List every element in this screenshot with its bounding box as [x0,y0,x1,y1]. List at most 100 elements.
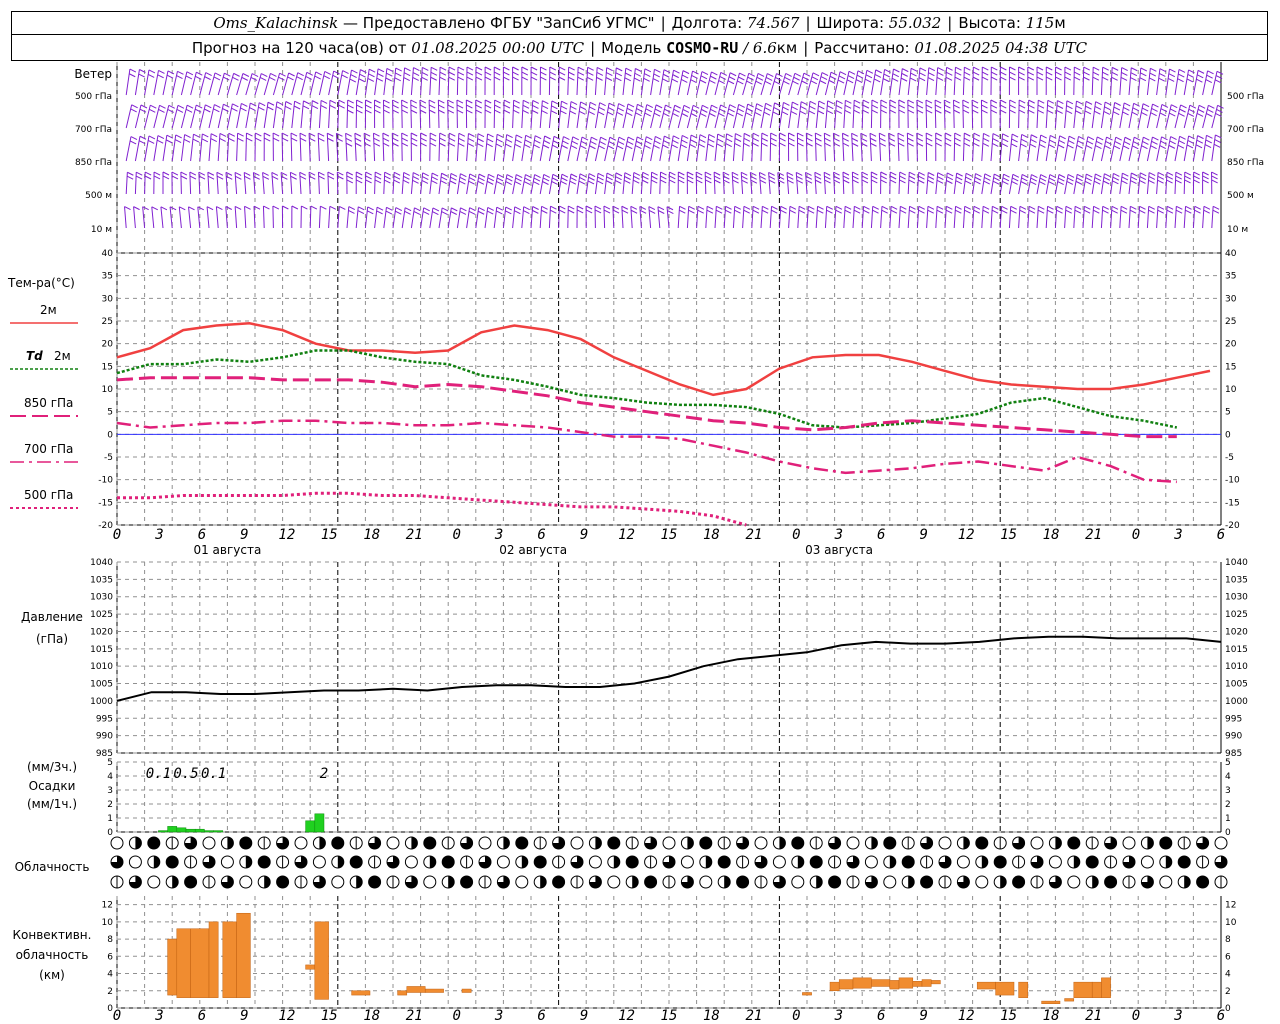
wind-barb-flag [542,144,550,149]
wind-barb-flag [429,109,436,114]
wind-barb-flag [1002,133,1009,138]
wind-barb-flag [835,205,843,210]
wind-barb-flag [549,71,556,76]
wind-barb-flag [1196,74,1204,79]
wind-barb-flag [974,176,982,181]
wind-barb-shaft [171,71,178,96]
wind-barb-flag [1212,205,1220,210]
wind-barb-flag [879,142,887,147]
wind-barb-flag [964,180,972,185]
wind-barb-flag [503,109,511,114]
legend-t700-label: 700 гПа [24,442,73,456]
wind-barb-flag [964,66,971,71]
wind-barb-flag [637,103,644,108]
precip-bar [167,826,178,833]
wind-barb-shaft [742,133,745,162]
wind-barb-flag [1208,104,1215,109]
wind-barb-flag [667,210,674,215]
wind-barb-flag [1095,173,1102,178]
wind-barb-flag [281,137,289,142]
wind-barb-flag [533,144,540,149]
wind-barb-flag [927,77,935,81]
wind-barb-flag [918,179,925,184]
wind-barb-flag [990,99,998,104]
wind-barb-flag [590,141,597,145]
wind-barb-flag [1211,175,1218,180]
cloud-cell-fill [644,876,657,888]
wind-barb-flag [466,71,474,76]
wind-barb-shaft [245,133,247,162]
wind-barb-flag [570,177,577,182]
wind-barb-shaft [345,133,348,162]
wind-barb-flag [1001,143,1008,148]
wind-barb-flag [412,176,420,180]
wind-barb-flag [1206,134,1213,139]
wind-barb-flag [974,180,981,185]
wind-barb-flag [496,138,503,143]
wind-barb-shaft [999,174,1005,195]
wind-barb-flag [147,74,155,78]
wind-barb-flag [318,171,325,176]
cloud-cell-fill [1067,837,1080,849]
wind-barb-flag [1027,76,1035,81]
wind-barb-flag [1202,171,1209,176]
wind-barb-shaft [686,206,690,229]
wind-barb-flag [1177,144,1185,149]
wind-barb-shaft [190,104,197,129]
wind-barb-flag [449,132,456,137]
legend-t2m-label: 2м [40,303,57,317]
wind-barb-flag [159,104,166,109]
wind-barb-flag [223,103,230,108]
wind-barb-flag [1102,209,1109,214]
wind-barb-flag [854,205,861,210]
wind-barb-flag [907,109,915,114]
wind-barb-flag [824,179,831,184]
wind-barb-shaft [594,173,599,195]
wind-barb-shaft [208,104,215,129]
wind-barb-shaft [558,136,564,162]
wind-barb-flag [422,176,429,181]
wind-barb-flag [1036,71,1044,76]
wind-barb-flag [956,172,963,177]
wind-barb-shaft [180,71,188,96]
wind-barb-shaft [290,133,293,162]
wind-barb-shaft [1064,136,1070,162]
cloud-cell-fill [166,856,179,868]
wind-barb-flag [290,132,298,137]
wind-barb-flag [1057,100,1064,104]
wind-barb-flag [1106,136,1113,141]
wind-barb-shaft [650,136,656,162]
wind-barb-flag [457,76,465,81]
precip-3h-label: 0.5 [173,766,198,782]
wind-barb-flag [467,137,475,142]
wind-barb-shaft [870,100,873,129]
wind-barb-flag [880,179,887,184]
cloud-cell [607,875,621,889]
wind-barb-flag [909,205,916,210]
conv-x-hour-label: 21 [1085,1008,1102,1024]
pres-ytick-right: 1025 [1225,610,1248,620]
wind-barb-shaft [1073,67,1075,96]
temp-ytick-left: 5 [107,408,113,418]
conv-x-hour-label: 12 [278,1008,295,1024]
wind-barb-flag [332,74,339,79]
wind-barb-shaft [585,102,591,129]
wind-barb-flag [1203,205,1211,210]
wind-barb-flag [558,71,566,76]
wind-barb-flag [851,132,858,137]
wind-barb-flag [1001,138,1009,143]
wind-barb-flag [153,171,161,176]
wind-barb-flag [541,209,548,214]
wind-barb-flag [1068,140,1075,145]
wind-barb-flag [587,71,594,76]
wind-barb-flag [672,74,679,79]
wind-barb-shaft [650,104,657,129]
wind-barb-flag [1149,77,1156,82]
wind-barb-shaft [1146,172,1150,195]
wind-barb-flag [384,179,391,184]
wind-barb-flag [660,179,667,184]
wind-barb-flag [727,112,734,117]
cloud-cell-fill [1092,876,1099,888]
wind-barb-flag [1056,205,1063,210]
wind-barb-flag [1214,139,1221,144]
